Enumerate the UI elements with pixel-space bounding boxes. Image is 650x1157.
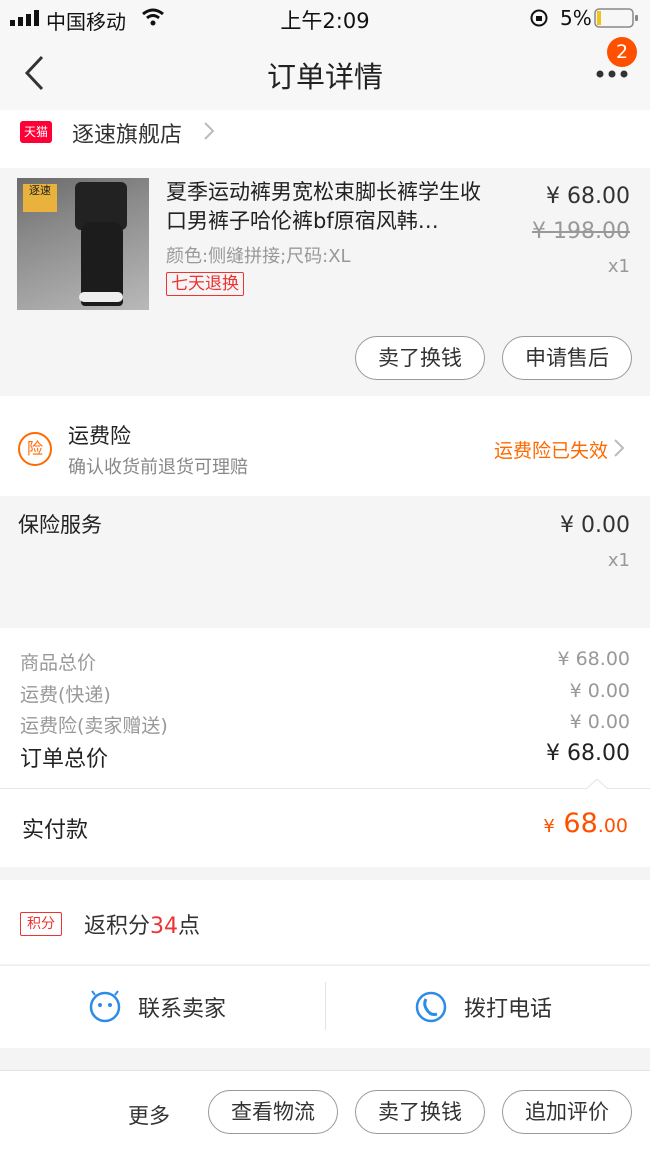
rotation-lock-icon bbox=[530, 9, 548, 27]
product-spec: 颜色:侧缝拼接;尺码:XL bbox=[166, 246, 351, 267]
original-price: ¥ 198.00 bbox=[532, 219, 630, 244]
page-title: 订单详情 bbox=[266, 60, 383, 94]
battery-icon bbox=[594, 8, 638, 28]
summary-row: 运费(快递) ¥ 0.00 bbox=[20, 680, 630, 707]
points-text: 返积分34点 bbox=[84, 908, 200, 940]
caret-up-icon bbox=[586, 779, 608, 790]
notification-badge: 2 bbox=[607, 37, 637, 67]
summary-value: ¥ 68.00 bbox=[557, 648, 630, 670]
insurance-title: 运费险 bbox=[68, 424, 131, 448]
tmall-logo: 天猫 bbox=[20, 121, 52, 143]
shop-name[interactable]: 逐速旗舰店 bbox=[72, 117, 182, 149]
summary-row: 运费险(卖家赠送) ¥ 0.00 bbox=[20, 711, 630, 738]
points-amount: 34 bbox=[150, 914, 179, 939]
order-total-value: ¥ 68.00 bbox=[546, 741, 630, 766]
summary-row: 商品总价 ¥ 68.00 bbox=[20, 648, 630, 675]
brand-logo: 逐速 bbox=[23, 184, 57, 212]
order-total-row: 订单总价 ¥ 68.00 bbox=[20, 741, 630, 773]
paid-label: 实付款 bbox=[22, 818, 89, 843]
summary-label: 运费险(卖家赠送) bbox=[20, 715, 168, 737]
service-quantity: x1 bbox=[607, 550, 630, 571]
contact-seller-label: 联系卖家 bbox=[138, 997, 227, 1022]
paid-integer: 68 bbox=[563, 808, 598, 839]
service-title: 保险服务 bbox=[18, 513, 102, 537]
points-tag: 积分 bbox=[20, 912, 62, 936]
paid-amount: ¥ 68.00 bbox=[543, 808, 628, 839]
chevron-right-icon bbox=[204, 122, 215, 140]
paid-decimal: .00 bbox=[597, 815, 628, 837]
divider bbox=[325, 982, 326, 1030]
insurance-subtitle: 确认收货前退货可理赔 bbox=[68, 457, 248, 478]
call-phone-label: 拨打电话 bbox=[464, 997, 553, 1022]
service-price: ¥ 0.00 bbox=[560, 513, 630, 538]
nav-bar: 订单详情 bbox=[0, 36, 650, 110]
sell-for-cash-button[interactable]: 卖了换钱 bbox=[355, 336, 485, 380]
chevron-right-icon bbox=[614, 439, 625, 457]
paid-currency: ¥ bbox=[543, 816, 555, 837]
status-time: 上午2:09 bbox=[280, 9, 370, 33]
add-review-button[interactable]: 追加评价 bbox=[502, 1090, 632, 1134]
summary-value: ¥ 0.00 bbox=[569, 680, 630, 702]
view-logistics-button[interactable]: 查看物流 bbox=[208, 1090, 338, 1134]
after-sales-button[interactable]: 申请售后 bbox=[502, 336, 632, 380]
product-title[interactable]: 夏季运动裤男宽松束脚长裤学生收口男裤子哈伦裤bf原宿风韩… bbox=[166, 178, 496, 236]
battery-percent: 5% bbox=[560, 6, 592, 30]
order-total-label: 订单总价 bbox=[20, 747, 109, 772]
points-prefix: 返积分 bbox=[84, 914, 151, 939]
summary-value: ¥ 0.00 bbox=[569, 711, 630, 733]
chat-face-icon bbox=[89, 990, 121, 1023]
return-policy-tag: 七天退换 bbox=[166, 272, 244, 296]
product-image[interactable]: 逐速 bbox=[17, 178, 149, 310]
insurance-status[interactable]: 运费险已失效 bbox=[494, 436, 608, 463]
phone-icon bbox=[415, 991, 447, 1023]
product-quantity: x1 bbox=[607, 256, 630, 277]
points-suffix: 点 bbox=[178, 914, 201, 939]
sell-for-cash-button[interactable]: 卖了换钱 bbox=[355, 1090, 485, 1134]
summary-label: 商品总价 bbox=[20, 652, 97, 674]
more-button[interactable]: 更多 bbox=[128, 1100, 170, 1130]
summary-label: 运费(快递) bbox=[20, 684, 111, 706]
product-price: ¥ 68.00 bbox=[546, 184, 630, 209]
status-bar: 中国移动 上午2:09 5% bbox=[0, 0, 650, 36]
more-icon[interactable] bbox=[596, 70, 628, 78]
insurance-icon: 险 bbox=[18, 432, 52, 466]
